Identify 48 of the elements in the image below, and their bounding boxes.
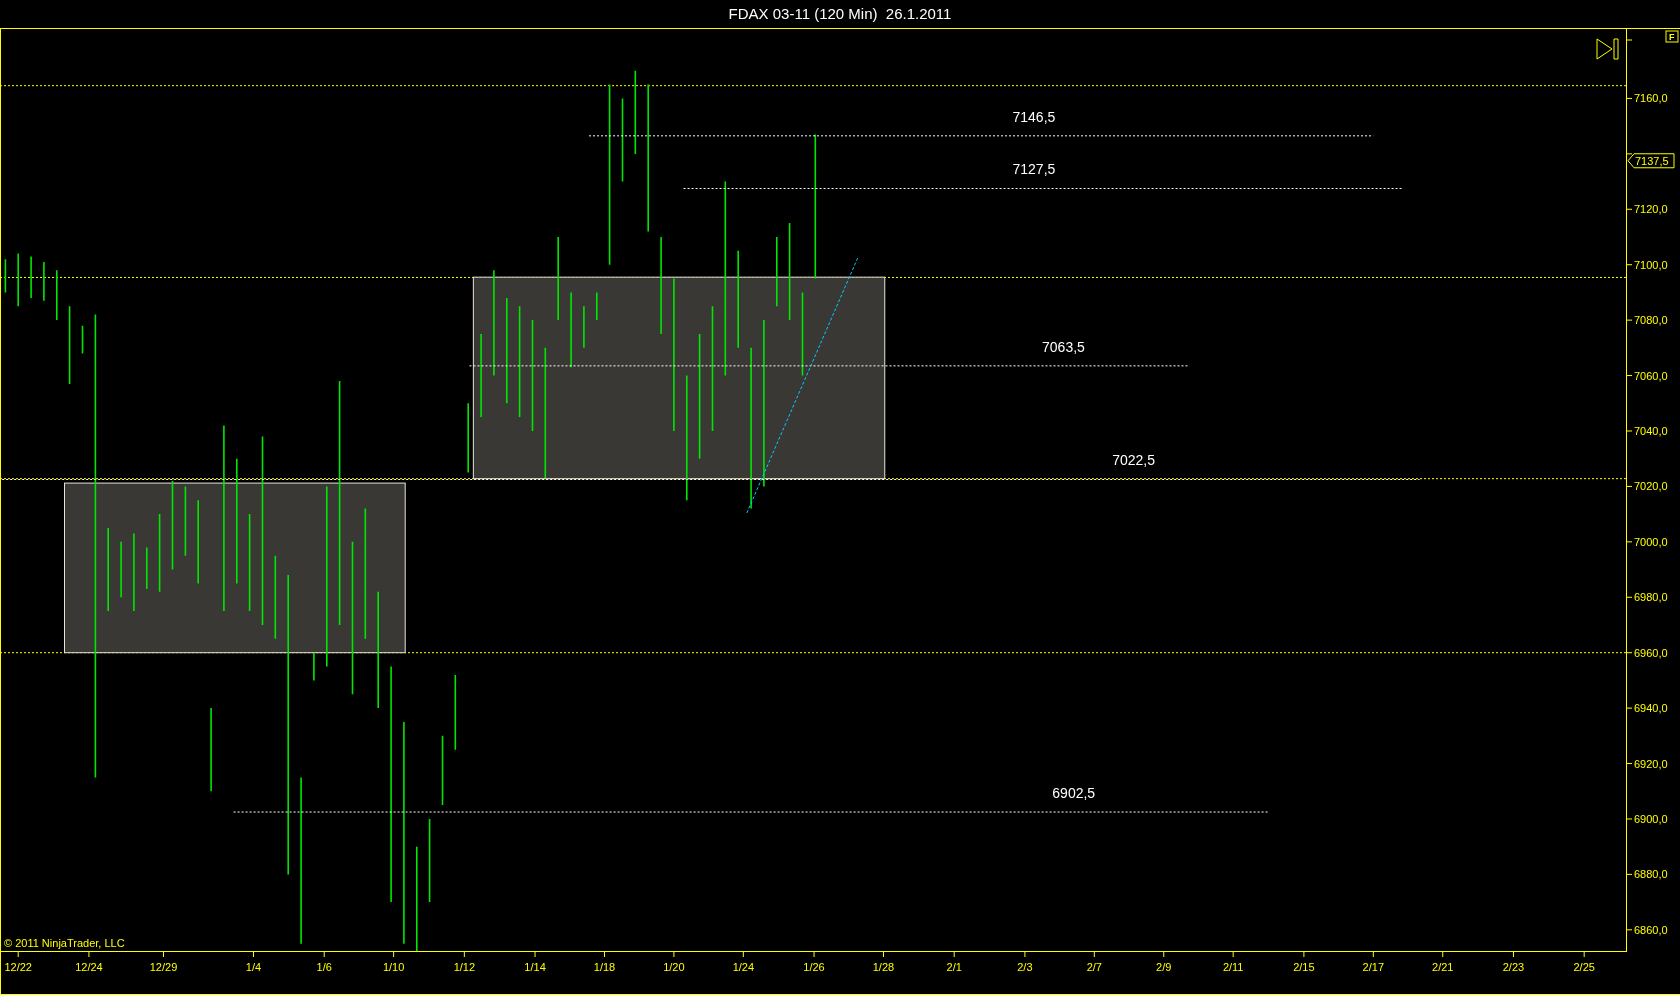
axis-label: 1/12 <box>453 961 476 973</box>
axis-label: 2/9 <box>1156 961 1172 973</box>
axis-label: 2/25 <box>1573 961 1595 973</box>
copyright-text: © 2011 NinjaTrader, LLC <box>4 937 125 949</box>
axis-label: 2/21 <box>1432 961 1454 973</box>
axis-label: 12/29 <box>149 961 178 973</box>
axis-label: 7080,0 <box>1634 314 1668 327</box>
axis-label: 7060,0 <box>1634 369 1668 382</box>
price-level-label: 7022,5 <box>1112 452 1155 469</box>
axis-label: 2/11 <box>1222 961 1244 973</box>
price-level-label: 7063,5 <box>1042 338 1085 355</box>
axis-label: 7100,0 <box>1634 258 1668 271</box>
axis-label: 1/26 <box>803 961 825 973</box>
axis-label: 2/17 <box>1362 961 1385 973</box>
price-level-label: 6902,5 <box>1052 785 1096 802</box>
axis-label: 6860,0 <box>1634 923 1668 936</box>
axis-label: 2/15 <box>1293 961 1315 973</box>
axis-label: 6960,0 <box>1634 646 1668 659</box>
axis-label: 6920,0 <box>1634 757 1668 770</box>
axis-label: 1/28 <box>872 961 895 973</box>
axis-label: 2/23 <box>1502 961 1525 973</box>
axis-label: 7120,0 <box>1634 203 1668 216</box>
axis-label: 6900,0 <box>1634 812 1668 825</box>
axis-label: 1/20 <box>663 961 685 973</box>
axis-label: 1/10 <box>382 961 405 973</box>
axis-label: 7040,0 <box>1634 425 1668 437</box>
chart-title: FDAX 03-11 (120 Min) 26.1.2011 <box>0 0 1680 29</box>
axis-label: 7160,0 <box>1634 92 1668 105</box>
axis-label: 7020,0 <box>1634 480 1668 493</box>
skip-to-end-icon[interactable] <box>1596 38 1619 60</box>
axis-label: 1/6 <box>316 961 332 973</box>
axis-label: 1/18 <box>593 961 616 973</box>
axis-label: 12/22 <box>4 961 32 973</box>
axis-label: 1/24 <box>732 961 755 973</box>
axis-label: 2/3 <box>1017 961 1033 973</box>
axis-label: 7000,0 <box>1634 535 1668 548</box>
axis-label: 12/24 <box>75 961 103 973</box>
axis-label: 1/4 <box>245 961 262 973</box>
price-level-label: 7127,5 <box>1012 161 1056 178</box>
axis-label: 2/1 <box>946 961 962 973</box>
axis-label: 6980,0 <box>1634 591 1668 604</box>
chart-badge: F <box>1665 30 1679 43</box>
price-level-label: 7146,5 <box>1012 108 1056 125</box>
axis-label: 6940,0 <box>1634 702 1668 715</box>
current-price-marker: 7137,5 <box>1627 153 1675 169</box>
axis-label: 2/7 <box>1086 961 1102 973</box>
axis-label: 1/14 <box>524 961 546 973</box>
axis-label: 6880,0 <box>1634 868 1668 881</box>
